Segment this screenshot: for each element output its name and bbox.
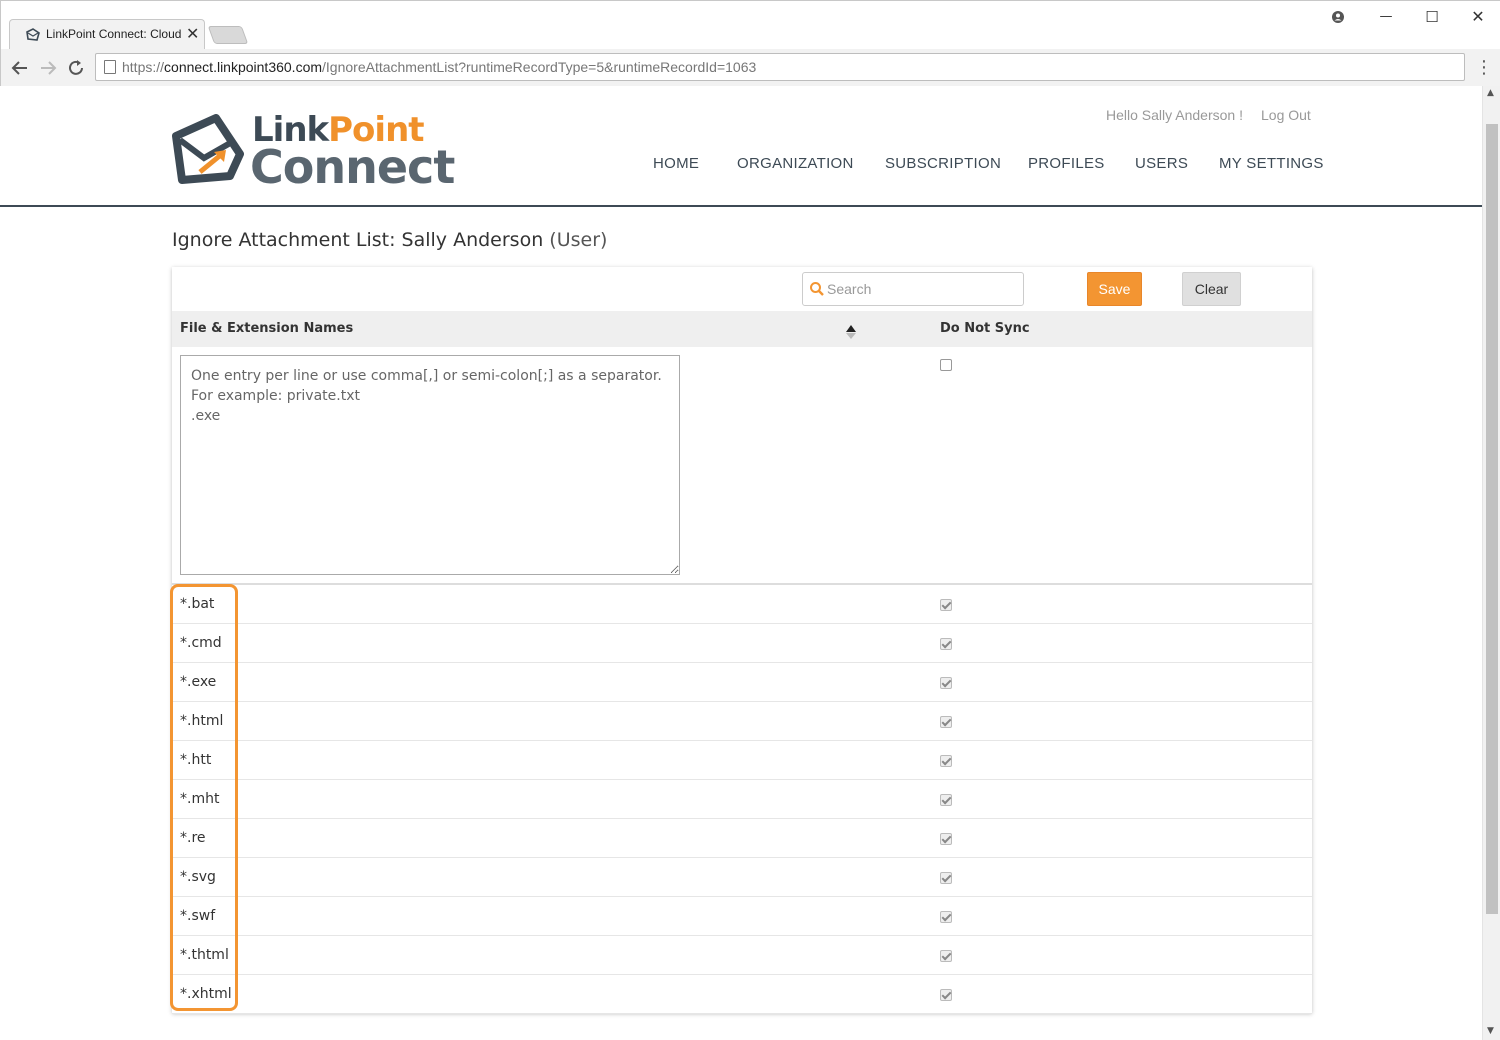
browser-toolbar: https://connect.linkpoint360.com/IgnoreA… xyxy=(1,49,1500,87)
do-not-sync-checkbox[interactable] xyxy=(940,950,952,962)
reload-icon[interactable] xyxy=(63,55,89,81)
close-tab-icon[interactable]: ✕ xyxy=(186,24,199,43)
table-row: *.thtml xyxy=(172,936,1312,975)
column-header-file-names[interactable]: File & Extension Names xyxy=(180,321,353,336)
profile-icon[interactable] xyxy=(1323,5,1353,29)
table-row: *.xhtml xyxy=(172,975,1312,1014)
ignore-list-panel: Save Clear File & Extension Names Do Not… xyxy=(172,267,1312,1014)
extension-name: *.re xyxy=(180,830,206,846)
linkpoint-favicon-icon xyxy=(26,28,40,41)
browser-chrome: LinkPoint Connect: Cloud ✕ — ☐ ✕ https:/… xyxy=(0,0,1500,87)
extension-name: *.swf xyxy=(180,908,216,924)
new-entry-do-not-sync-checkbox[interactable] xyxy=(940,359,952,371)
do-not-sync-checkbox[interactable] xyxy=(940,833,952,845)
extension-name: *.mht xyxy=(180,791,220,807)
extension-name: *.xhtml xyxy=(180,986,232,1002)
browser-tab[interactable]: LinkPoint Connect: Cloud ✕ xyxy=(9,19,205,49)
minimize-icon[interactable]: — xyxy=(1371,5,1401,29)
logout-link[interactable]: Log Out xyxy=(1261,107,1311,123)
table-row: *.mht xyxy=(172,780,1312,819)
nav-subscription[interactable]: SUBSCRIPTION xyxy=(885,155,1001,172)
search-input[interactable] xyxy=(827,279,1017,299)
back-arrow-icon[interactable] xyxy=(7,55,33,81)
new-entries-textarea[interactable] xyxy=(180,355,680,575)
page-info-icon[interactable] xyxy=(104,60,116,74)
user-greeting: Hello Sally Anderson ! xyxy=(1106,107,1243,123)
do-not-sync-checkbox[interactable] xyxy=(940,677,952,689)
browser-titlebar: LinkPoint Connect: Cloud ✕ — ☐ ✕ xyxy=(1,1,1500,49)
tab-title: LinkPoint Connect: Cloud xyxy=(46,27,182,41)
browser-menu-icon[interactable]: ⋮ xyxy=(1475,57,1493,78)
table-row: *.svg xyxy=(172,858,1312,897)
do-not-sync-checkbox[interactable] xyxy=(940,911,952,923)
clear-button[interactable]: Clear xyxy=(1182,272,1241,306)
table-row: *.exe xyxy=(172,663,1312,702)
do-not-sync-checkbox[interactable] xyxy=(940,638,952,650)
nav-home[interactable]: HOME xyxy=(653,155,699,172)
do-not-sync-checkbox[interactable] xyxy=(940,794,952,806)
table-row: *.re xyxy=(172,819,1312,858)
extension-name: *.html xyxy=(180,713,224,729)
do-not-sync-checkbox[interactable] xyxy=(940,599,952,611)
search-box[interactable] xyxy=(802,272,1024,306)
maximize-icon[interactable]: ☐ xyxy=(1417,5,1447,29)
save-button[interactable]: Save xyxy=(1087,272,1142,306)
logo-wordmark-bottom: Connect xyxy=(250,140,455,194)
table-row: *.htt xyxy=(172,741,1312,780)
page-title: Ignore Attachment List: Sally Anderson (… xyxy=(172,229,608,251)
column-header-do-not-sync: Do Not Sync xyxy=(940,321,1030,336)
new-tab-button[interactable] xyxy=(207,26,249,44)
extension-name: *.bat xyxy=(180,596,215,612)
scroll-up-arrow-icon[interactable]: ▲ xyxy=(1487,88,1494,98)
table-row: *.bat xyxy=(172,585,1312,624)
url-text: https://connect.linkpoint360.com/IgnoreA… xyxy=(122,59,757,75)
close-window-icon[interactable]: ✕ xyxy=(1463,5,1493,29)
forward-arrow-icon[interactable] xyxy=(35,55,61,81)
do-not-sync-checkbox[interactable] xyxy=(940,755,952,767)
linkpoint-logo[interactable]: LinkPoint Connect xyxy=(170,110,455,194)
search-icon xyxy=(810,282,824,296)
extension-name: *.svg xyxy=(180,869,216,885)
do-not-sync-checkbox[interactable] xyxy=(940,716,952,728)
page-scrollbar[interactable]: ▲ ▼ xyxy=(1482,86,1500,1040)
extension-name: *.htt xyxy=(180,752,212,768)
do-not-sync-checkbox[interactable] xyxy=(940,872,952,884)
nav-my-settings[interactable]: MY SETTINGS xyxy=(1219,155,1324,172)
extension-name: *.exe xyxy=(180,674,217,690)
table-row: *.cmd xyxy=(172,624,1312,663)
scroll-thumb[interactable] xyxy=(1486,124,1498,914)
table-row: *.swf xyxy=(172,897,1312,936)
nav-organization[interactable]: ORGANIZATION xyxy=(737,155,854,172)
scroll-down-arrow-icon[interactable]: ▼ xyxy=(1487,1026,1494,1036)
address-bar[interactable]: https://connect.linkpoint360.com/IgnoreA… xyxy=(95,53,1465,81)
extension-name: *.thtml xyxy=(180,947,229,963)
nav-users[interactable]: USERS xyxy=(1135,155,1188,172)
site-header: LinkPoint Connect Hello Sally Anderson !… xyxy=(0,86,1482,207)
sort-ascending-icon[interactable] xyxy=(844,323,858,341)
envelope-logo-icon xyxy=(172,114,244,184)
do-not-sync-checkbox[interactable] xyxy=(940,989,952,1001)
table-row: *.html xyxy=(172,702,1312,741)
extension-name: *.cmd xyxy=(180,635,222,651)
table-header: File & Extension Names Do Not Sync xyxy=(172,311,1312,347)
nav-profiles[interactable]: PROFILES xyxy=(1028,155,1105,172)
